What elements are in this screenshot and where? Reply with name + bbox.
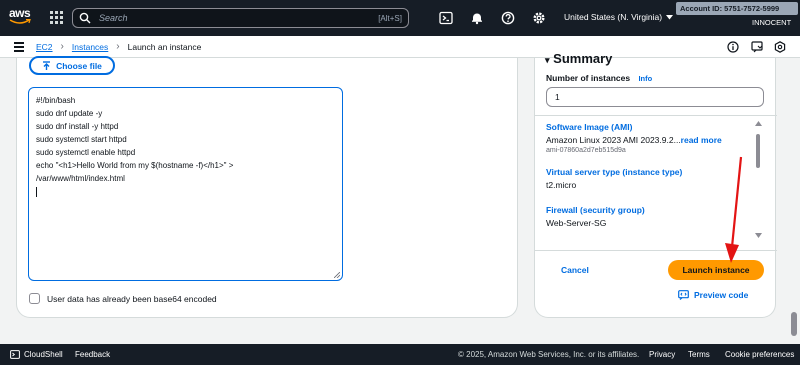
breadcrumb-ec2[interactable]: EC2 [36,42,53,52]
ami-id: ami-07860a2d7eb515d9a [546,147,626,154]
upload-icon [43,60,51,70]
caret-down-icon: ▾ [545,55,550,65]
feedback-link[interactable]: Feedback [75,350,110,359]
base64-label: User data has already been base64 encode… [47,293,217,304]
user-name[interactable]: INNOCENT [752,18,791,27]
cloudshell-icon[interactable] [439,11,453,25]
bell-icon[interactable] [470,11,484,25]
search-icon [79,12,91,24]
aws-logo[interactable]: aws [9,7,33,29]
privacy-link[interactable]: Privacy [649,350,675,359]
launch-instance-button[interactable]: Launch instance [668,260,764,280]
info-circle-icon[interactable] [727,41,739,53]
cloudshell-icon [10,350,20,359]
region-label: United States (N. Virginia) [564,12,663,22]
aws-logo-text: aws [9,6,31,20]
hexagon-settings-icon[interactable] [774,41,786,53]
chevron-right-icon: › [116,41,120,52]
page-scrollbar-thumb[interactable] [791,312,797,336]
breadcrumb-current: Launch an instance [127,41,202,52]
top-navigation-bar: aws Search [Alt+S] United States (N. Vir… [0,0,800,36]
menu-icon[interactable] [14,42,24,52]
info-link[interactable]: Info [638,74,652,83]
apps-grid-icon[interactable] [50,11,63,24]
chevron-right-icon: › [60,41,64,52]
choose-file-button[interactable]: Choose file [29,56,115,75]
chevron-down-icon [666,14,674,19]
summary-heading[interactable]: ▾ Summary [545,51,612,66]
help-icon[interactable] [501,11,515,25]
scrollbar-thumb[interactable] [756,134,760,168]
cookie-preferences-link[interactable]: Cookie preferences [725,350,794,359]
software-image-value: Amazon Linux 2023 AMI 2023.9.2... [546,135,681,145]
user-data-script: #!/bin/bash sudo dnf update -y sudo dnf … [36,96,234,183]
divider [535,115,777,116]
scroll-up-icon[interactable] [755,121,762,126]
cancel-button[interactable]: Cancel [561,265,589,275]
software-image-value-row: Amazon Linux 2023 AMI 2023.9.2...read mo… [546,135,766,145]
settings-icon[interactable] [532,11,546,25]
search-input[interactable]: Search [Alt+S] [72,8,409,28]
search-placeholder: Search [99,13,128,23]
account-id[interactable]: Account ID: 5751-7572-5999 [676,2,798,15]
preview-code-button[interactable]: Preview code [678,290,748,300]
annotation-arrow-icon [725,156,743,263]
software-image-link[interactable]: Software Image (AMI) [546,122,766,132]
preview-code-label: Preview code [694,290,749,300]
summary-title: Summary [553,51,613,66]
search-shortcut: [Alt+S] [378,13,402,23]
choose-file-label: Choose file [56,60,102,71]
base64-checkbox[interactable] [29,293,40,304]
user-data-textarea[interactable]: #!/bin/bash sudo dnf update -y sudo dnf … [28,87,343,281]
software-image-section: Software Image (AMI) Amazon Linux 2023 A… [546,122,766,154]
user-data-panel: Choose file #!/bin/bash sudo dnf update … [16,56,518,318]
instances-label: Number of instances [546,73,631,83]
region-selector[interactable]: United States (N. Virginia) [564,12,674,22]
breadcrumb-bar: EC2 › Instances › Launch an instance [0,36,800,58]
base64-checkbox-row[interactable]: User data has already been base64 encode… [29,293,217,304]
breadcrumb: EC2 › Instances › Launch an instance [36,41,201,52]
instances-label-row: Number of instances Info [546,73,652,83]
footer: CloudShell Feedback © 2025, Amazon Web S… [0,344,800,365]
read-more-link[interactable]: read more [681,135,722,145]
scroll-down-icon[interactable] [755,233,762,238]
instances-count-input[interactable]: 1 [546,87,764,107]
breadcrumb-instances[interactable]: Instances [72,42,108,52]
cloudshell-label: CloudShell [24,350,63,359]
text-caret [36,186,37,197]
cloudshell-button[interactable]: CloudShell [10,350,63,359]
summary-scrollbar[interactable] [754,121,763,247]
copyright-text: © 2025, Amazon Web Services, Inc. or its… [458,350,640,359]
code-preview-icon [678,290,689,300]
resize-handle-icon[interactable] [334,272,340,278]
notifications-panel-icon[interactable] [751,41,763,53]
terms-link[interactable]: Terms [688,350,710,359]
